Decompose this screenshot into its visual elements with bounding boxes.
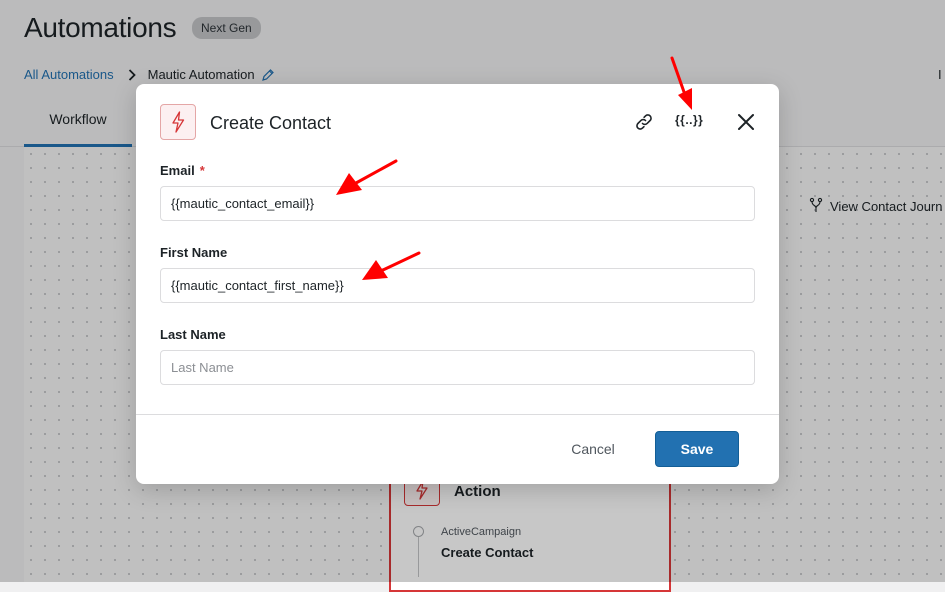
required-marker: * (199, 163, 205, 178)
cancel-button[interactable]: Cancel (556, 431, 630, 467)
close-icon[interactable] (734, 110, 758, 134)
last-name-label: Last Name (160, 327, 226, 342)
first-name-field[interactable] (160, 268, 755, 303)
lightning-icon (160, 104, 196, 140)
create-contact-modal: Create Contact {{..}} Email* First Name … (136, 84, 779, 484)
email-label-text: Email (160, 163, 195, 178)
email-field[interactable] (160, 186, 755, 221)
modal-footer-divider (136, 414, 779, 415)
merge-tag-button[interactable]: {{..}} (675, 113, 703, 127)
last-name-field[interactable] (160, 350, 755, 385)
save-button[interactable]: Save (655, 431, 739, 467)
first-name-label: First Name (160, 245, 228, 260)
modal-title: Create Contact (210, 113, 332, 133)
email-label: Email * (160, 163, 205, 178)
link-icon[interactable] (632, 110, 656, 134)
